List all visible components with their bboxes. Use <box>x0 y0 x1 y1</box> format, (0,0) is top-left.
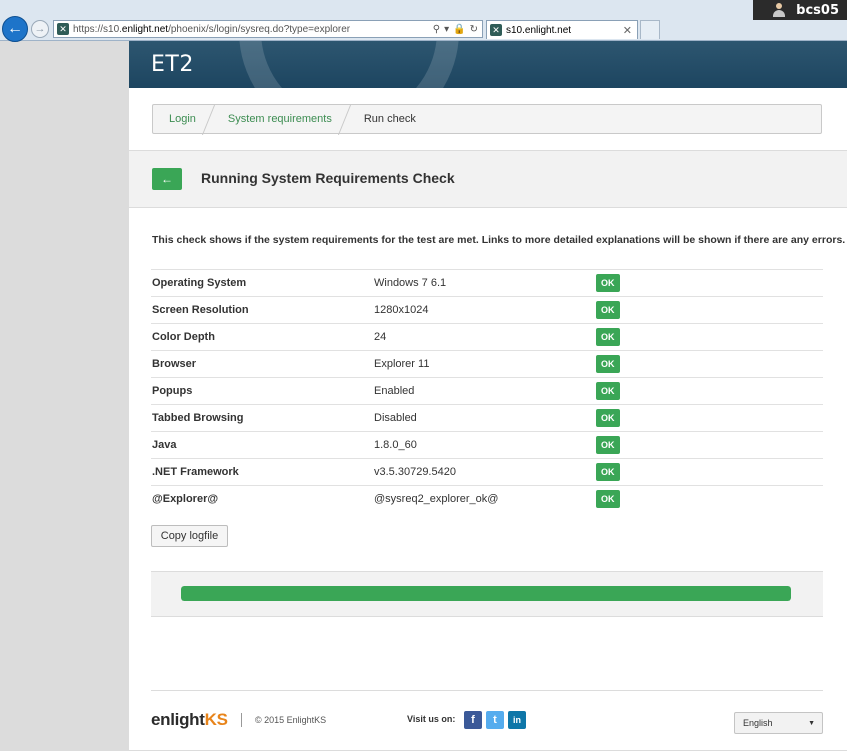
refresh-icon[interactable]: ↻ <box>470 24 478 35</box>
status-badge: OK <box>596 409 620 427</box>
table-row: Browser Explorer 11 OK <box>151 350 823 378</box>
address-tools: ⚲ ▾ 🔒 ↻ <box>433 24 478 35</box>
requirement-value: Windows 7 6.1 <box>374 269 596 297</box>
footer-divider <box>241 713 242 727</box>
username: bcs05 <box>796 2 839 18</box>
requirement-label: @Explorer@ <box>151 485 374 512</box>
url-path: /phoenix/s/login/sysreq.do?type=explorer <box>168 23 351 35</box>
requirement-value: Explorer 11 <box>374 350 596 378</box>
twitter-icon[interactable]: t <box>486 711 504 729</box>
arrow-left-icon: ← <box>7 20 23 37</box>
arrow-right-icon: → <box>34 23 46 35</box>
breadcrumb-system-requirements[interactable]: System requirements <box>212 105 348 133</box>
requirement-label: Color Depth <box>151 323 374 351</box>
requirement-value: v3.5.30729.5420 <box>374 458 596 486</box>
footer: enlightKS © 2015 EnlightKS Visit us on: … <box>151 690 823 751</box>
user-badge: bcs05 <box>753 0 847 20</box>
page-title: Running System Requirements Check <box>201 170 455 186</box>
visit-us-label: Visit us on: <box>407 714 456 724</box>
progress-fill <box>181 586 791 601</box>
browser-tab[interactable]: ✕ s10.enlight.net ✕ <box>486 20 638 39</box>
table-row: Tabbed Browsing Disabled OK <box>151 404 823 432</box>
requirement-value: @sysreq2_explorer_ok@ <box>374 485 596 512</box>
chevron-down-icon: ▼ <box>808 719 815 727</box>
requirement-label: .NET Framework <box>151 458 374 486</box>
address-bar[interactable]: ✕ https://s10.enlight.net/phoenix/s/logi… <box>53 20 483 38</box>
title-bar: ← Running System Requirements Check <box>129 150 847 208</box>
tab-title: s10.enlight.net <box>506 24 572 36</box>
requirement-label: Screen Resolution <box>151 296 374 324</box>
requirement-label: Tabbed Browsing <box>151 404 374 432</box>
copyright-text: © 2015 EnlightKS <box>255 715 327 725</box>
status-badge: OK <box>596 355 620 373</box>
breadcrumb: Login System requirements Run check <box>152 104 822 134</box>
table-row: Operating System Windows 7 6.1 OK <box>151 269 823 297</box>
status-badge: OK <box>596 490 620 508</box>
requirement-value: Enabled <box>374 377 596 405</box>
dropdown-chevron-icon[interactable]: ▾ <box>444 24 449 35</box>
language-select[interactable]: English ▼ <box>734 712 823 734</box>
facebook-icon[interactable]: f <box>464 711 482 729</box>
browser-back-button[interactable]: ← <box>2 16 28 42</box>
breadcrumb-run-check: Run check <box>348 105 432 133</box>
brand-accent: KS <box>204 710 228 729</box>
site-favicon-icon: ✕ <box>57 23 69 35</box>
progress-panel <box>151 571 823 617</box>
status-badge: OK <box>596 382 620 400</box>
linkedin-icon[interactable]: in <box>508 711 526 729</box>
tab-favicon-icon: ✕ <box>490 24 502 36</box>
url-prefix: https://s10. <box>73 23 122 35</box>
address-url[interactable]: https://s10.enlight.net/phoenix/s/login/… <box>73 24 433 35</box>
user-avatar-icon <box>772 3 786 17</box>
table-row: .NET Framework v3.5.30729.5420 OK <box>151 458 823 486</box>
requirement-value: Disabled <box>374 404 596 432</box>
lock-icon[interactable]: 🔒 <box>453 24 465 35</box>
requirement-label: Operating System <box>151 269 374 297</box>
search-icon[interactable]: ⚲ <box>433 24 440 35</box>
requirements-table: Operating System Windows 7 6.1 OK Screen R… <box>151 269 823 512</box>
requirement-label: Popups <box>151 377 374 405</box>
requirement-label: Browser <box>151 350 374 378</box>
brand-main: enlight <box>151 710 205 729</box>
requirement-value: 1.8.0_60 <box>374 431 596 459</box>
status-badge: OK <box>596 274 620 292</box>
table-row: Popups Enabled OK <box>151 377 823 405</box>
footer-brand-logo: enlightKS <box>151 710 228 730</box>
progress-bar <box>181 586 791 601</box>
browser-forward-button[interactable]: → <box>31 20 49 38</box>
new-tab-button[interactable] <box>640 20 660 39</box>
banner-decoration <box>239 41 459 88</box>
copy-logfile-button[interactable]: Copy logfile <box>151 525 228 547</box>
status-badge: OK <box>596 301 620 319</box>
language-selected: English <box>743 718 773 728</box>
requirement-label: Java <box>151 431 374 459</box>
tab-close-icon[interactable]: ✕ <box>623 24 632 37</box>
arrow-left-icon: ← <box>161 172 173 186</box>
app-logo: ET2 <box>151 52 194 77</box>
intro-text: This check shows if the system requireme… <box>152 234 846 246</box>
browser-chrome: ← → ✕ https://s10.enlight.net/phoenix/s/… <box>0 0 847 42</box>
back-button[interactable]: ← <box>152 168 182 190</box>
requirement-value: 1280x1024 <box>374 296 596 324</box>
header-banner: ET2 <box>129 41 847 88</box>
url-domain: enlight.net <box>121 23 169 35</box>
table-row: @Explorer@ @sysreq2_explorer_ok@ OK <box>151 485 823 512</box>
table-row: Screen Resolution 1280x1024 OK <box>151 296 823 324</box>
table-row: Java 1.8.0_60 OK <box>151 431 823 459</box>
status-badge: OK <box>596 436 620 454</box>
table-row: Color Depth 24 OK <box>151 323 823 351</box>
page: ET2 Login System requirements Run check … <box>129 41 847 750</box>
status-badge: OK <box>596 328 620 346</box>
status-badge: OK <box>596 463 620 481</box>
requirement-value: 24 <box>374 323 596 351</box>
